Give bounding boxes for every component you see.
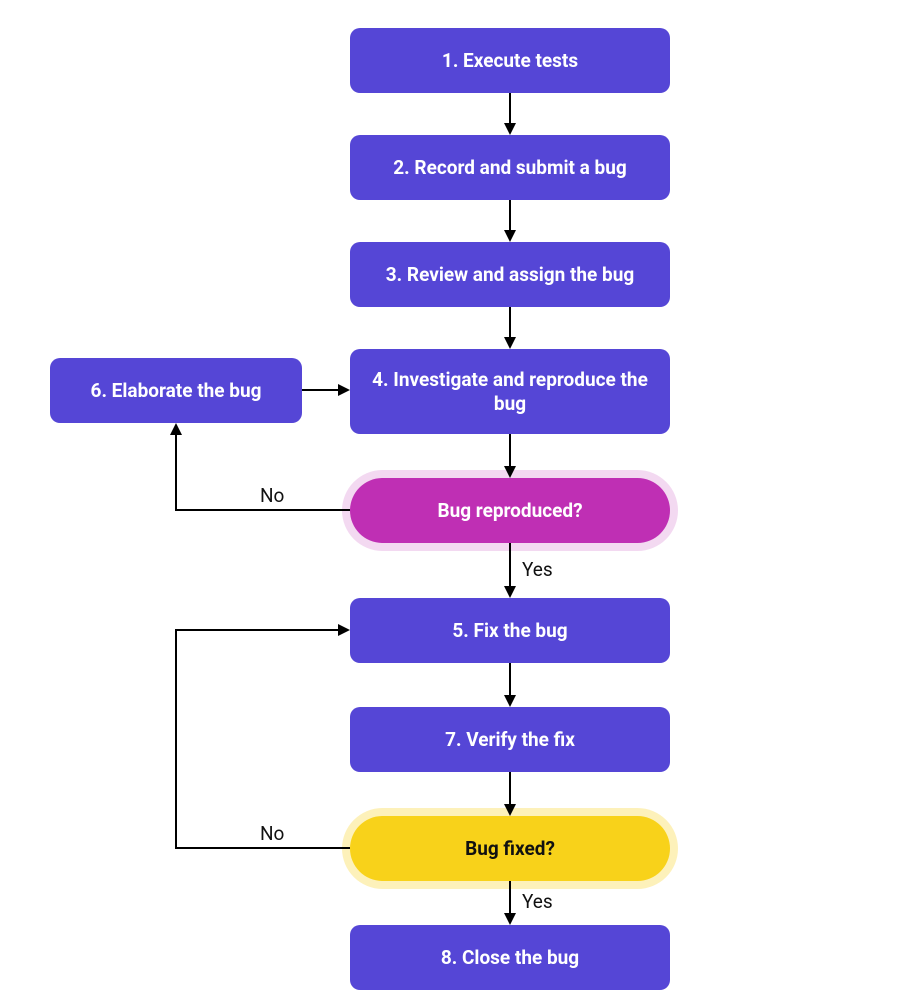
decision-bug-reproduced: Bug reproduced?: [350, 478, 670, 543]
step-5-label: 5. Fix the bug: [452, 619, 567, 643]
step-5-fix-bug: 5. Fix the bug: [350, 598, 670, 663]
label-d2-no: No: [258, 822, 286, 845]
arrow-7-to-d2: [504, 772, 516, 816]
label-d1-yes: Yes: [520, 558, 555, 581]
step-6-label: 6. Elaborate the bug: [91, 379, 262, 403]
arrow-d1-to-5: [504, 543, 516, 598]
label-d1-no: No: [258, 484, 286, 507]
decision-1-label: Bug reproduced?: [437, 499, 582, 523]
step-6-elaborate-bug: 6. Elaborate the bug: [50, 358, 302, 423]
step-4-investigate-reproduce: 4. Investigate and reproduce the bug: [350, 349, 670, 434]
flowchart: 1. Execute tests 2. Record and submit a …: [0, 0, 906, 1000]
arrow-6-to-4: [302, 384, 350, 396]
step-7-label: 7. Verify the fix: [445, 728, 575, 752]
step-7-verify-fix: 7. Verify the fix: [350, 707, 670, 772]
arrow-5-to-7: [504, 663, 516, 707]
step-1-label: 1. Execute tests: [442, 49, 578, 73]
arrow-4-to-d1: [504, 434, 516, 478]
step-2-label: 2. Record and submit a bug: [393, 156, 626, 180]
step-8-label: 8. Close the bug: [441, 946, 579, 970]
step-2-record-submit: 2. Record and submit a bug: [350, 135, 670, 200]
decision-bug-fixed: Bug fixed?: [350, 816, 670, 881]
decision-2-label: Bug fixed?: [465, 837, 555, 861]
step-1-execute-tests: 1. Execute tests: [350, 28, 670, 93]
step-4-label: 4. Investigate and reproduce the bug: [362, 368, 658, 416]
arrow-1-to-2: [504, 93, 516, 135]
arrow-2-to-3: [504, 200, 516, 242]
arrow-3-to-4: [504, 307, 516, 349]
arrow-d2-to-8: [504, 881, 516, 925]
step-3-label: 3. Review and assign the bug: [386, 263, 634, 287]
step-3-review-assign: 3. Review and assign the bug: [350, 242, 670, 307]
label-d2-yes: Yes: [520, 890, 555, 913]
step-8-close-bug: 8. Close the bug: [350, 925, 670, 990]
